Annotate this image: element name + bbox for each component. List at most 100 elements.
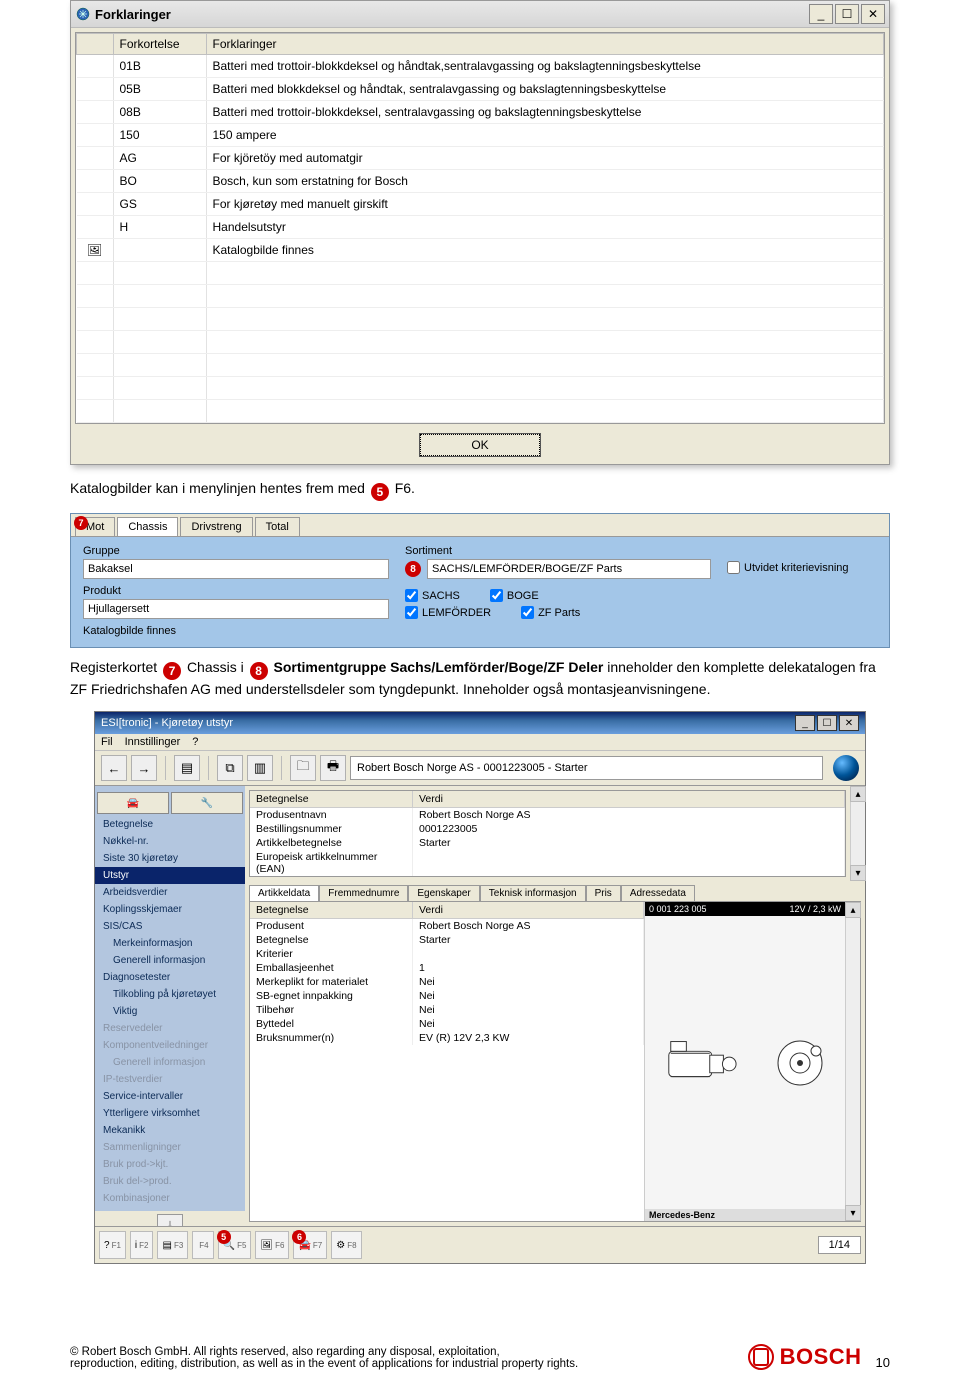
catalog-image-icon: 🖼	[87, 243, 102, 257]
minimize-button[interactable]: _	[809, 4, 833, 24]
fkey-f4[interactable]: F4	[192, 1231, 213, 1259]
esi-max-button[interactable]: ☐	[817, 715, 837, 731]
scroll-down-icon[interactable]: ▾	[850, 865, 866, 881]
esi-sub-tabs: ArtikkeldataFremmednumreEgenskaperTeknis…	[249, 885, 861, 901]
sidebar-item[interactable]: Koplingsskjemaer	[95, 901, 245, 918]
callout-8b: 8	[250, 662, 268, 680]
sidebar-item[interactable]: Komponentveiledninger	[95, 1037, 245, 1054]
tb-tree-icon[interactable]: ▤	[174, 755, 200, 781]
check-lemforder[interactable]: LEMFÖRDER	[405, 606, 491, 619]
sidebar-item[interactable]: Generell informasjon	[95, 952, 245, 969]
sub-tab[interactable]: Teknisk informasjon	[480, 885, 586, 901]
sidebar-item[interactable]: Ytterligere virksomhet	[95, 1105, 245, 1122]
tb-folder-icon[interactable]: 🗀	[290, 755, 316, 781]
sidebar-item[interactable]: Nøkkel-nr.	[95, 833, 245, 850]
utvidet-check[interactable]: Utvidet kriterievisning	[727, 561, 849, 574]
table-row-empty	[77, 354, 884, 377]
tb-forward-icon[interactable]: →	[131, 755, 157, 781]
esi-min-button[interactable]: _	[795, 715, 815, 731]
table-row: HHandelsutstyr	[77, 216, 884, 239]
sidebar-item[interactable]: Tilkobling på kjøretøyet	[95, 986, 245, 1003]
esi-fkey-bar: ?F1 iF2 ▤F3 F4 🔍F5 5 🖼F6 🚘F7 6 ⚙F8 1/14	[95, 1226, 865, 1263]
ok-button[interactable]: OK	[420, 434, 540, 456]
sidebar-item[interactable]: Bruk prod->kjt.	[95, 1156, 245, 1173]
side-scroll-down[interactable]: ↓	[157, 1214, 183, 1226]
table-row: Emballasjeenhet1	[250, 961, 644, 975]
table-row: 01BBatteri med trottoir-blokkdeksel og h…	[77, 55, 884, 78]
sidebar-item[interactable]: Bruk del->prod.	[95, 1173, 245, 1190]
fkey-f8[interactable]: ⚙F8	[331, 1231, 361, 1259]
esi-bottom-table: Betegnelse Verdi ProdusentRobert Bosch N…	[250, 902, 644, 1045]
tab-mot[interactable]: Mot 7	[75, 517, 115, 536]
sidebar-item[interactable]: IP-testverdier	[95, 1071, 245, 1088]
sub-tab[interactable]: Pris	[586, 885, 621, 901]
side-tab-part-icon[interactable]: 🔧	[171, 792, 243, 814]
fkey-f1[interactable]: ?F1	[99, 1231, 126, 1259]
scroll-up-icon[interactable]: ▴	[850, 786, 866, 802]
scroll-down-icon-2[interactable]: ▾	[845, 1205, 861, 1221]
sidebar-item[interactable]: Diagnosetester	[95, 969, 245, 986]
sidebar-item[interactable]: SIS/CAS	[95, 918, 245, 935]
maximize-button[interactable]: ☐	[835, 4, 859, 24]
table-row-empty	[77, 308, 884, 331]
close-button[interactable]: ✕	[861, 4, 885, 24]
sortiment-combo[interactable]	[427, 559, 711, 579]
chassis-panel: Mot 7 Chassis Drivstreng Total Gruppe So…	[70, 513, 890, 648]
sidebar-item[interactable]: Mekanikk	[95, 1122, 245, 1139]
part-spec: 12V / 2,3 kW	[789, 904, 841, 914]
sub-tab[interactable]: Fremmednumre	[319, 885, 408, 901]
sidebar-item[interactable]: Service-intervaller	[95, 1088, 245, 1105]
sidebar-item[interactable]: Sammenligninger	[95, 1139, 245, 1156]
sidebar-item[interactable]: Kombinasjoner	[95, 1190, 245, 1207]
fkey-f6[interactable]: 🖼F6	[255, 1231, 289, 1259]
check-boge[interactable]: BOGE	[490, 589, 539, 602]
menu-help[interactable]: ?	[192, 736, 198, 748]
tb-list-icon[interactable]: ▥	[247, 755, 273, 781]
check-zfparts[interactable]: ZF Parts	[521, 606, 580, 619]
tab-total[interactable]: Total	[255, 517, 300, 536]
tab-drivstreng[interactable]: Drivstreng	[180, 517, 252, 536]
fkey-f5[interactable]: 🔍F5 5	[218, 1231, 252, 1259]
table-row: Bruksnummer(n)EV (R) 12V 2,3 KW	[250, 1031, 644, 1045]
produkt-combo[interactable]	[83, 599, 389, 619]
footer-line2: reproduction, editing, distribution, as …	[70, 1358, 748, 1370]
table-row: ProdusentRobert Bosch Norge AS	[250, 919, 644, 934]
side-tab-car-icon[interactable]: 🚘	[97, 792, 169, 814]
esi-close-button[interactable]: ✕	[839, 715, 859, 731]
check-sachs[interactable]: SACHS	[405, 589, 460, 602]
table-row-empty	[77, 285, 884, 308]
col-desc-header: Forklaringer	[206, 34, 884, 55]
sub-tab[interactable]: Adressedata	[621, 885, 695, 901]
fkey-f2[interactable]: iF2	[130, 1231, 154, 1259]
menu-innstillinger[interactable]: Innstillinger	[125, 736, 181, 748]
sidebar-item[interactable]: Arbeidsverdier	[95, 884, 245, 901]
table-row-empty	[77, 423, 884, 425]
sidebar-item[interactable]: Betegnelse	[95, 816, 245, 833]
gruppe-combo[interactable]	[83, 559, 389, 579]
sidebar-item[interactable]: Generell informasjon	[95, 1054, 245, 1071]
forklaringer-title: Forklaringer	[95, 7, 807, 22]
tb-copy-icon[interactable]: ⧉	[217, 755, 243, 781]
paragraph-katalogbilder: Katalogbilder kan i menylinjen hentes fr…	[70, 479, 890, 501]
esi-window: ESI[tronic] - Kjøretøy utstyr _ ☐ ✕ Fil …	[94, 711, 866, 1264]
fkey-f7[interactable]: 🚘F7 6	[293, 1231, 327, 1259]
tab-chassis[interactable]: Chassis	[117, 517, 178, 536]
starter-drawing-icon	[661, 1031, 739, 1095]
menu-fil[interactable]: Fil	[101, 736, 113, 748]
esi-menubar: Fil Innstillinger ?	[95, 734, 865, 751]
part-image-panel: 0 001 223 005 12V / 2,3 kW	[644, 902, 845, 1221]
tb-back-icon[interactable]: ←	[101, 755, 127, 781]
sub-tab[interactable]: Artikkeldata	[249, 885, 319, 901]
sub-tab[interactable]: Egenskaper	[408, 885, 479, 901]
tb-print-icon[interactable]: 🖶	[320, 755, 346, 781]
esi-main: Betegnelse Verdi ProdusentnavnRobert Bos…	[245, 786, 865, 1226]
table-row: BOBosch, kun som erstatning for Bosch	[77, 170, 884, 193]
tb-selector[interactable]: Robert Bosch Norge AS - 0001223005 - Sta…	[350, 756, 823, 780]
sidebar-item[interactable]: Siste 30 kjøretøy	[95, 850, 245, 867]
fkey-f3[interactable]: ▤F3	[157, 1231, 188, 1259]
scroll-up-icon-2[interactable]: ▴	[845, 902, 861, 918]
sidebar-item[interactable]: Reservedeler	[95, 1020, 245, 1037]
sidebar-item[interactable]: Viktig	[95, 1003, 245, 1020]
sidebar-item[interactable]: Utstyr	[95, 867, 245, 884]
sidebar-item[interactable]: Merkeinformasjon	[95, 935, 245, 952]
